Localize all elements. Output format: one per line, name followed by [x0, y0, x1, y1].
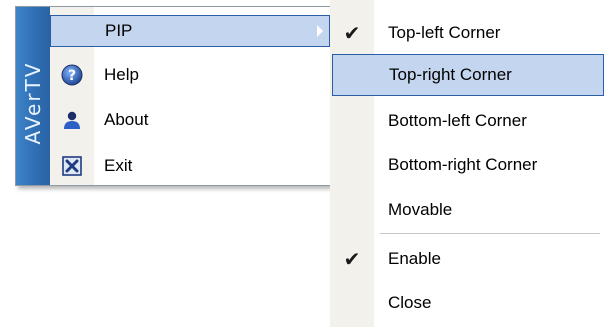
submenu-item-label: Bottom-left Corner	[388, 111, 527, 130]
main-context-menu: AVerTV PIP ? Help About Exit	[15, 6, 331, 186]
menu-item-about[interactable]: About	[50, 99, 330, 141]
submenu-item-movable[interactable]: Movable	[330, 189, 605, 231]
menu-separator	[380, 233, 600, 234]
menu-item-label: About	[104, 110, 149, 129]
checkmark-icon: ✔	[343, 22, 361, 45]
submenu-item-top-left[interactable]: ✔ Top-left Corner	[330, 12, 605, 54]
submenu-item-label: Close	[388, 293, 432, 312]
menu-item-label: Help	[104, 65, 139, 84]
submenu-item-bottom-left[interactable]: Bottom-left Corner	[330, 100, 605, 142]
submenu-item-label: Top-right Corner	[389, 65, 512, 84]
close-box-icon	[50, 145, 94, 187]
brand-label: AVerTV	[21, 61, 45, 145]
submenu-item-close[interactable]: Close	[330, 282, 605, 324]
submenu-item-label: Bottom-right Corner	[388, 155, 538, 174]
submenu-item-label: Top-left Corner	[388, 23, 501, 42]
help-icon: ?	[50, 54, 94, 96]
menu-item-exit[interactable]: Exit	[50, 145, 330, 187]
submenu-item-label: Movable	[388, 200, 453, 219]
submenu-item-bottom-right[interactable]: Bottom-right Corner	[330, 144, 605, 186]
checkmark-icon: ✔	[343, 248, 361, 271]
menu-item-label: PIP	[105, 21, 133, 40]
submenu-item-enable[interactable]: ✔ Enable	[330, 238, 605, 280]
svg-text:?: ?	[68, 68, 76, 84]
menu-item-label: Exit	[104, 156, 133, 175]
brand-side-bar: AVerTV	[16, 7, 50, 185]
person-icon	[50, 99, 94, 141]
submenu-arrow-icon	[317, 25, 323, 37]
pip-submenu: ✔ Top-left Corner Top-right Corner Botto…	[330, 0, 605, 327]
menu-item-pip[interactable]: PIP	[50, 15, 330, 47]
menu-item-help[interactable]: ? Help	[50, 54, 330, 96]
submenu-item-top-right[interactable]: Top-right Corner	[332, 54, 604, 96]
submenu-item-label: Enable	[388, 249, 441, 268]
